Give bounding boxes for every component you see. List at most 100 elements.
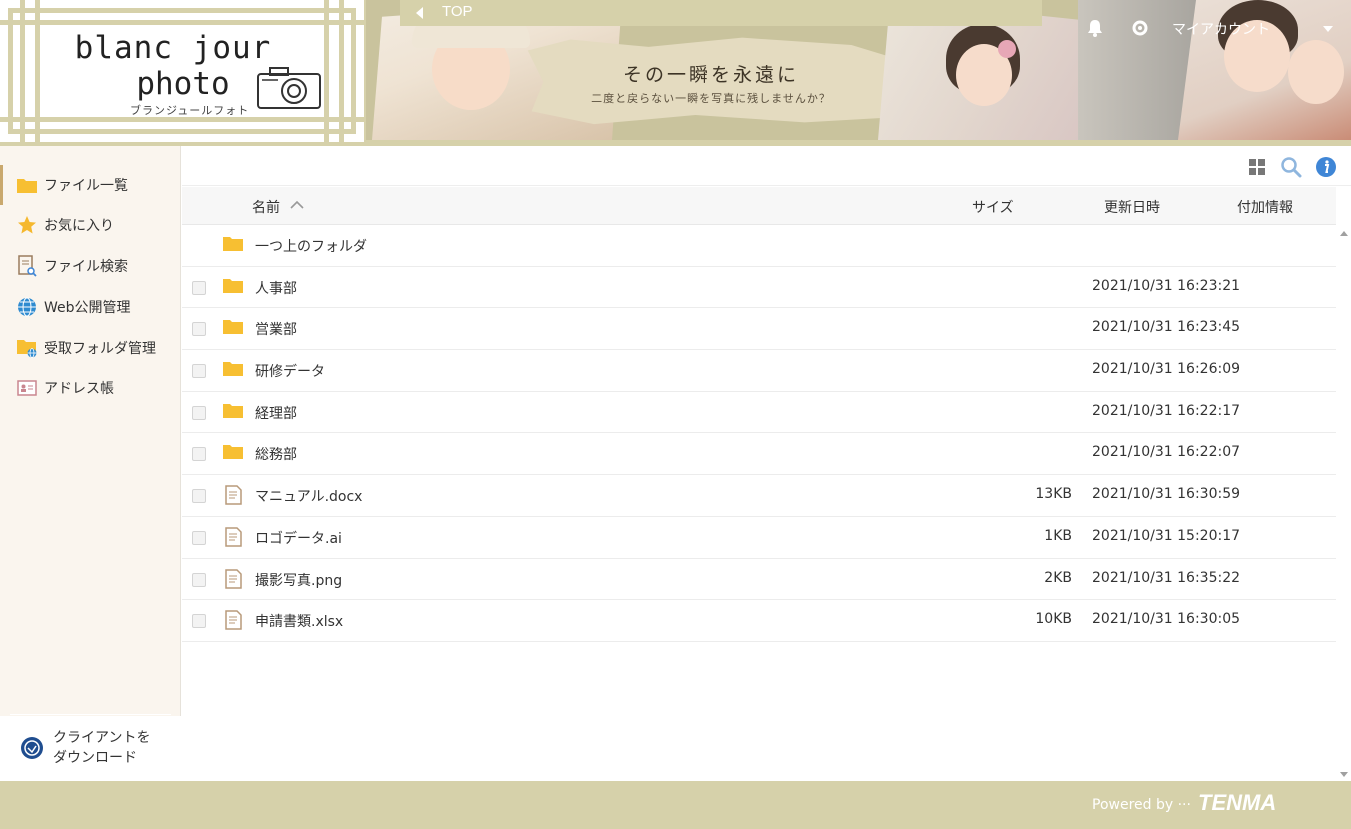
sidebar-item-label: アドレス帳 — [44, 381, 114, 397]
row-checkbox[interactable] — [192, 530, 206, 545]
sidebar-item-file-list[interactable]: ファイル一覧 — [0, 165, 181, 205]
file-list: 一つ上のフォルダ 人事部 2021/10/31 16:23:21 営業部 202… — [182, 225, 1336, 642]
sort-ascending-icon[interactable] — [290, 200, 304, 210]
address-book-icon — [16, 377, 38, 399]
sidebar-item-address-book[interactable]: アドレス帳 — [0, 368, 181, 408]
file-name[interactable]: 総務部 — [255, 444, 297, 464]
tenma-logo[interactable]: TENMA — [1198, 790, 1276, 816]
sidebar-item-label: Web公開管理 — [44, 300, 131, 316]
row-checkbox[interactable] — [192, 280, 206, 295]
table-row[interactable]: 経理部 2021/10/31 16:22:17 — [182, 392, 1336, 434]
row-checkbox[interactable] — [192, 572, 206, 587]
file-date: 2021/10/31 16:22:07 — [1092, 444, 1241, 461]
file-date: 2021/10/31 15:20:17 — [1092, 527, 1241, 544]
column-header-date[interactable]: 更新日時 — [1104, 197, 1160, 217]
row-checkbox[interactable] — [192, 322, 206, 337]
hero-banner: その一瞬を永遠に 二度と戻らない一瞬を写真に残しませんか？ TOP マイアカウン… — [366, 0, 1351, 140]
folder-icon — [223, 362, 243, 377]
file-size: 1KB — [1044, 527, 1072, 544]
account-area: マイアカウント — [1086, 14, 1346, 42]
parent-folder-row[interactable]: 一つ上のフォルダ — [182, 225, 1336, 267]
file-name[interactable]: マニュアル.docx — [255, 486, 362, 506]
chevron-down-icon[interactable] — [1323, 26, 1333, 32]
row-checkbox[interactable] — [192, 447, 206, 462]
file-date: 2021/10/31 16:30:05 — [1092, 611, 1241, 628]
folder-icon — [223, 278, 243, 293]
tab-top[interactable]: TOP — [442, 3, 473, 20]
file-size: 2KB — [1044, 569, 1072, 586]
sidebar-item-receive-folder[interactable]: 受取フォルダ管理 — [0, 328, 181, 368]
download-label-line2: ダウンロード — [53, 750, 137, 766]
info-icon[interactable] — [1315, 156, 1337, 178]
logo-line1: blanc jour — [74, 30, 272, 66]
table-row[interactable]: 営業部 2021/10/31 16:23:45 — [182, 308, 1336, 351]
table-row[interactable]: 申請書類.xlsx 10KB 2021/10/31 16:30:05 — [182, 600, 1336, 642]
vertical-scrollbar[interactable] — [1336, 225, 1351, 781]
file-name[interactable]: 人事部 — [255, 278, 297, 298]
document-icon — [225, 610, 242, 630]
grid-view-icon[interactable] — [1248, 158, 1266, 176]
file-date: 2021/10/31 16:30:59 — [1092, 486, 1241, 503]
sidebar-item-label: 受取フォルダ管理 — [44, 341, 156, 357]
file-date: 2021/10/31 16:22:17 — [1092, 402, 1241, 419]
sidebar-item-web-publish[interactable]: Web公開管理 — [0, 287, 181, 327]
column-header-size[interactable]: サイズ — [972, 197, 1014, 217]
file-name[interactable]: 撮影写真.png — [255, 570, 342, 590]
scroll-up-arrow-icon[interactable] — [1340, 231, 1348, 236]
file-name[interactable]: ロゴデータ.ai — [255, 528, 342, 548]
document-icon — [225, 527, 242, 547]
row-checkbox[interactable] — [192, 614, 206, 629]
document-icon — [225, 485, 242, 505]
gear-icon[interactable] — [1130, 18, 1150, 38]
footer: Powered by ··· TENMA — [0, 781, 1351, 829]
file-name[interactable]: 研修データ — [255, 361, 325, 381]
file-date: 2021/10/31 16:23:45 — [1092, 319, 1241, 336]
column-header-name[interactable]: 名前 — [252, 197, 280, 217]
table-row[interactable]: 総務部 2021/10/31 16:22:07 — [182, 433, 1336, 476]
sidebar-item-label: ファイル一覧 — [44, 178, 128, 194]
back-arrow-icon[interactable] — [416, 7, 423, 19]
file-size: 13KB — [1035, 486, 1072, 503]
row-checkbox[interactable] — [192, 364, 206, 379]
folder-icon — [16, 174, 38, 196]
search-icon[interactable] — [1280, 156, 1302, 178]
parent-folder-label: 一つ上のフォルダ — [255, 239, 367, 255]
file-search-icon — [16, 255, 38, 277]
camera-icon — [257, 67, 321, 109]
sidebar-item-favorites[interactable]: お気に入り — [0, 205, 181, 245]
girl-flower — [998, 40, 1016, 58]
table-row[interactable]: 撮影写真.png 2KB 2021/10/31 16:35:22 — [182, 559, 1336, 601]
folder-icon — [223, 403, 243, 418]
my-account-menu[interactable]: マイアカウント — [1172, 19, 1270, 39]
bell-icon[interactable] — [1086, 18, 1104, 38]
file-size: 10KB — [1035, 611, 1072, 628]
banner-tagline: その一瞬を永遠に — [622, 64, 799, 86]
table-row[interactable]: 人事部 2021/10/31 16:23:21 — [182, 267, 1336, 309]
row-checkbox[interactable] — [192, 405, 206, 420]
top-nav-bar: TOP — [400, 0, 1042, 26]
table-row[interactable]: マニュアル.docx 13KB 2021/10/31 16:30:59 — [182, 475, 1336, 517]
file-name[interactable]: 申請書類.xlsx — [255, 611, 343, 631]
sidebar: ファイル一覧 お気に入り ファイル検索 Web公開管理 受取フォルダ管理 アドレ… — [0, 146, 181, 781]
file-date: 2021/10/31 16:35:22 — [1092, 569, 1241, 586]
column-header-extra[interactable]: 付加情報 — [1237, 197, 1293, 217]
header: blanc jour photo ブランジュールフォト その一瞬を永遠に 二度と… — [0, 0, 1351, 146]
table-row[interactable]: ロゴデータ.ai 1KB 2021/10/31 15:20:17 — [182, 517, 1336, 559]
folder-icon — [223, 237, 243, 251]
row-checkbox[interactable] — [192, 489, 206, 504]
file-name[interactable]: 経理部 — [255, 403, 297, 423]
powered-by-label: Powered by ··· — [1092, 797, 1191, 813]
table-row[interactable]: 研修データ 2021/10/31 16:26:09 — [182, 350, 1336, 392]
scroll-down-arrow-icon[interactable] — [1340, 772, 1348, 777]
folder-icon — [223, 445, 243, 460]
receive-folder-icon — [16, 337, 38, 359]
download-client-button[interactable]: クライアントを ダウンロード — [0, 716, 181, 781]
file-name[interactable]: 営業部 — [255, 319, 297, 339]
sidebar-item-file-search[interactable]: ファイル検索 — [0, 246, 181, 286]
download-client-label: クライアントを ダウンロード — [53, 728, 173, 768]
logo[interactable]: blanc jour photo ブランジュールフォト — [0, 0, 364, 142]
sidebar-item-label: お気に入り — [44, 218, 114, 234]
main-toolbar — [182, 146, 1351, 186]
file-date: 2021/10/31 16:23:21 — [1092, 277, 1241, 294]
child-face — [1288, 40, 1344, 104]
